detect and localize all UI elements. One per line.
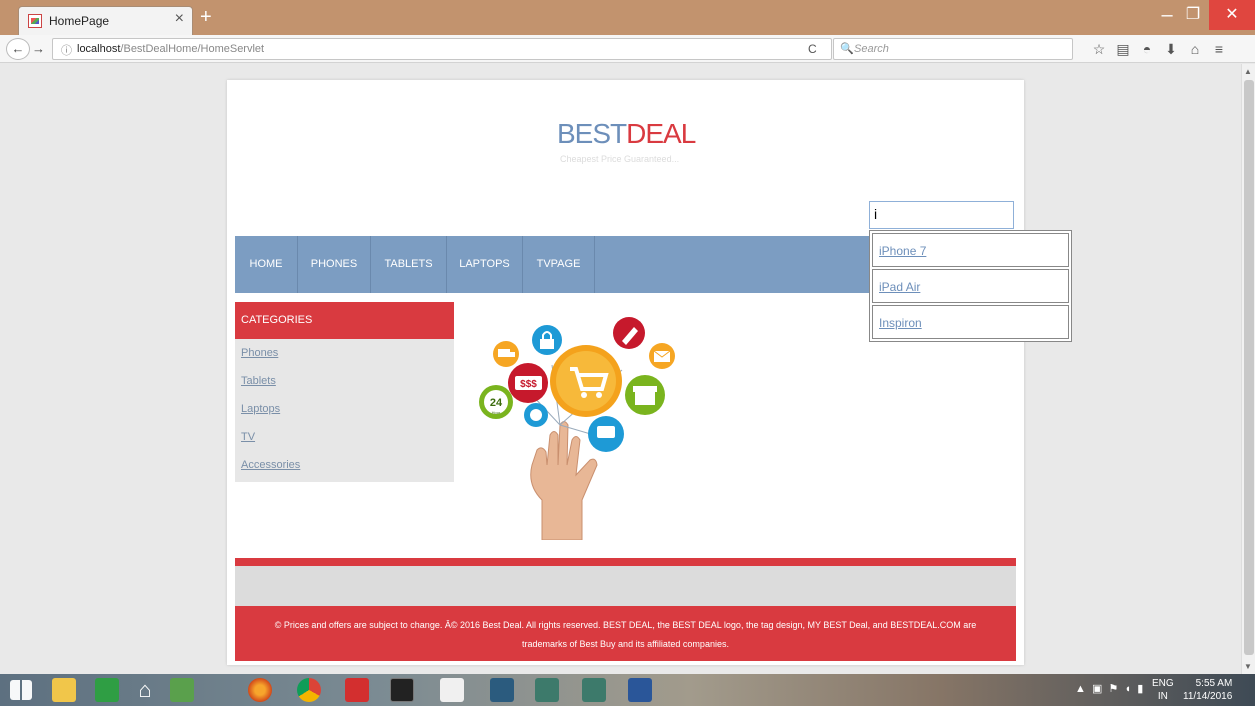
file-explorer-icon[interactable] — [52, 678, 76, 702]
page-scrollbar[interactable]: ▲ ▼ — [1241, 64, 1255, 674]
url-bar[interactable]: ⓘ localhost/BestDealHome/HomeServlet — [52, 38, 832, 60]
hours-badge-sublabel: Hour — [492, 410, 501, 415]
clock-time: 5:55 AM — [1195, 678, 1233, 689]
category-link-phones[interactable]: Phones — [241, 347, 278, 359]
menu-item-home[interactable]: HOME — [235, 236, 298, 293]
categories-heading: CATEGORIES — [235, 302, 454, 339]
shopping-hero-image: $$$ 24 Hour — [479, 317, 675, 540]
windows-taskbar: ⌂ ▲ ▣ ⚑ ◖ ▮ ENG IN 5:55 AM 11/14/2016 — [0, 674, 1255, 706]
word-icon[interactable] — [628, 678, 652, 702]
footer-spacer — [235, 566, 1016, 606]
netbeans-icon[interactable] — [490, 678, 514, 702]
browser-tab[interactable]: HomePage × — [18, 6, 193, 35]
back-button[interactable]: ← — [6, 38, 30, 60]
product-search-input[interactable]: i — [869, 201, 1014, 229]
category-link-tablets[interactable]: Tablets — [241, 375, 276, 387]
bookmark-star-icon[interactable]: ☆ — [1087, 41, 1111, 58]
search-icon: 🔍 — [840, 43, 854, 55]
app-icon[interactable] — [170, 678, 194, 702]
browser-toolbar: ← → ⓘ localhost/BestDealHome/HomeServlet… — [0, 35, 1255, 63]
logo-best: BEST — [557, 118, 627, 149]
browser-titlebar: HomePage × + – ❐ ✕ — [0, 0, 1255, 35]
java-icon[interactable] — [440, 678, 464, 702]
suggestion-item[interactable]: iPhone 7 — [872, 233, 1069, 267]
logo-deal: DEAL — [626, 118, 696, 149]
toolbar-icons: ☆ ▤ ◓ ⬇ ⌂ ≡ — [1087, 41, 1231, 58]
windows-start-icon[interactable] — [10, 680, 32, 700]
site-tagline: Cheapest Price Guaranteed... — [560, 154, 680, 164]
categories-list: Phones Tablets Laptops TV Accessories — [235, 339, 454, 482]
footer-accent-bar — [235, 558, 1016, 566]
browser-search-field[interactable]: 🔍 Search — [833, 38, 1073, 60]
url-host: localhost — [77, 43, 121, 55]
command-prompt-icon[interactable] — [390, 678, 414, 702]
category-link-tv[interactable]: TV — [241, 431, 255, 443]
store-icon[interactable] — [95, 678, 119, 702]
new-tab-button[interactable]: + — [200, 6, 212, 29]
tab-close-icon[interactable]: × — [175, 10, 184, 28]
favicon-icon — [28, 14, 42, 28]
app-window-icon[interactable] — [535, 678, 559, 702]
price-badge-label: $$$ — [520, 379, 537, 390]
menu-item-tvpage[interactable]: TVPAGE — [523, 236, 595, 293]
forward-button[interactable]: → — [32, 41, 45, 56]
chrome-icon[interactable] — [297, 678, 321, 702]
menu-icon[interactable]: ≡ — [1207, 41, 1231, 57]
suggestion-item[interactable]: Inspiron — [872, 305, 1069, 339]
app-window-icon-2[interactable] — [582, 678, 606, 702]
clock-date: 11/14/2016 — [1183, 691, 1233, 702]
downloads-icon[interactable]: ⬇ — [1159, 41, 1183, 58]
category-link-laptops[interactable]: Laptops — [241, 403, 280, 415]
language-code: ENG — [1152, 678, 1174, 689]
reload-icon[interactable]: C — [808, 42, 817, 56]
scroll-down-icon[interactable]: ▼ — [1244, 662, 1252, 671]
site-info-icon[interactable]: ⓘ — [61, 42, 72, 58]
autocomplete-dropdown: iPhone 7 iPad Air Inspiron — [869, 230, 1072, 342]
url-text: localhost/BestDealHome/HomeServlet — [77, 43, 264, 55]
pocket-icon[interactable]: ◓ — [1135, 41, 1159, 57]
system-tray-icons[interactable]: ▲ ▣ ⚑ ◖ ▮ — [1075, 682, 1143, 695]
page-container: BESTDEAL Cheapest Price Guaranteed... HO… — [227, 80, 1072, 665]
acrobat-icon[interactable] — [345, 678, 369, 702]
firefox-icon[interactable] — [248, 678, 272, 702]
tab-title: HomePage — [49, 14, 110, 28]
menu-item-phones[interactable]: PHONES — [298, 236, 371, 293]
home-app-icon[interactable]: ⌂ — [133, 678, 157, 702]
scroll-thumb[interactable] — [1244, 80, 1254, 655]
suggestion-item[interactable]: iPad Air — [872, 269, 1069, 303]
close-window-button[interactable]: ✕ — [1209, 0, 1255, 30]
language-indicator[interactable]: ENG IN — [1152, 677, 1174, 703]
home-icon[interactable]: ⌂ — [1183, 41, 1207, 57]
region-code: IN — [1157, 691, 1168, 702]
scroll-up-icon[interactable]: ▲ — [1244, 67, 1252, 76]
search-placeholder: Search — [854, 43, 889, 55]
menu-item-laptops[interactable]: LAPTOPS — [447, 236, 523, 293]
site-logo[interactable]: BESTDEAL — [557, 118, 696, 150]
footer-copyright: © Prices and offers are subject to chang… — [235, 606, 1016, 661]
bookmarks-library-icon[interactable]: ▤ — [1111, 41, 1135, 58]
taskbar-clock[interactable]: 5:55 AM 11/14/2016 — [1183, 677, 1232, 703]
menu-item-tablets[interactable]: TABLETS — [371, 236, 447, 293]
maximize-button[interactable]: ❐ — [1173, 2, 1213, 28]
category-link-accessories[interactable]: Accessories — [241, 459, 300, 471]
url-path: /BestDealHome/HomeServlet — [120, 43, 265, 55]
hours-badge-label: 24 — [490, 397, 503, 409]
